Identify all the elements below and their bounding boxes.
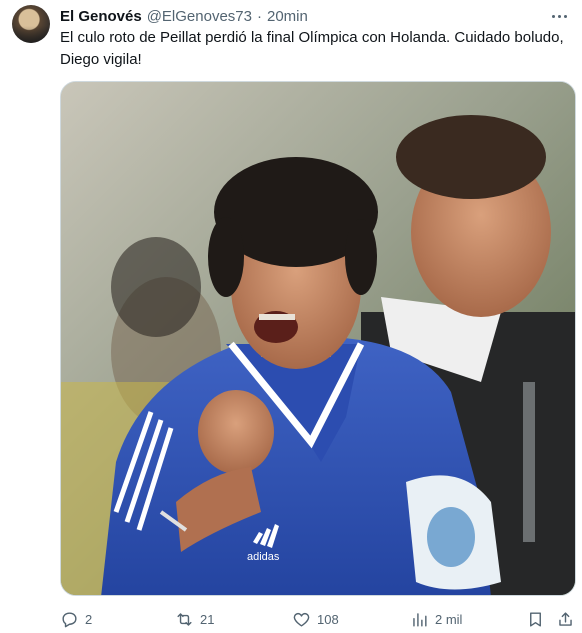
tweet-actions-bar: 2 21 108 2 mil (60, 607, 576, 631)
author-avatar[interactable] (12, 5, 50, 43)
shirt-logo-text: adidas (247, 551, 280, 563)
tweet-header: El Genovés @ElGenoves73 · 20min (60, 6, 538, 26)
more-options-icon[interactable] (548, 7, 570, 25)
retweet-count: 21 (200, 611, 215, 627)
retweet-icon (177, 612, 192, 626)
author-name[interactable]: El Genovés (60, 8, 142, 25)
share-button[interactable] (556, 607, 575, 631)
photo-illustration: adidas (61, 82, 575, 595)
like-button[interactable]: 108 (292, 607, 339, 631)
reply-button[interactable]: 2 (60, 607, 92, 631)
views-count: 2 mil (435, 611, 463, 627)
like-count: 108 (317, 611, 339, 627)
reply-icon (62, 611, 77, 627)
bookmark-button[interactable] (526, 607, 545, 631)
author-handle[interactable]: @ElGenoves73 (147, 8, 252, 25)
tweet-timestamp[interactable]: 20min (267, 8, 308, 25)
reply-count: 2 (85, 611, 93, 627)
views-button[interactable]: 2 mil (410, 607, 462, 631)
views-chart-icon (413, 612, 427, 627)
header-separator: · (257, 7, 262, 25)
tweet-photo[interactable]: adidas (60, 81, 576, 596)
share-icon (559, 611, 572, 626)
tweet-text: El culo roto de Peillat perdió la final … (60, 29, 564, 68)
retweet-button[interactable]: 21 (175, 607, 214, 631)
heart-icon (293, 612, 310, 627)
bookmark-icon (530, 611, 541, 627)
